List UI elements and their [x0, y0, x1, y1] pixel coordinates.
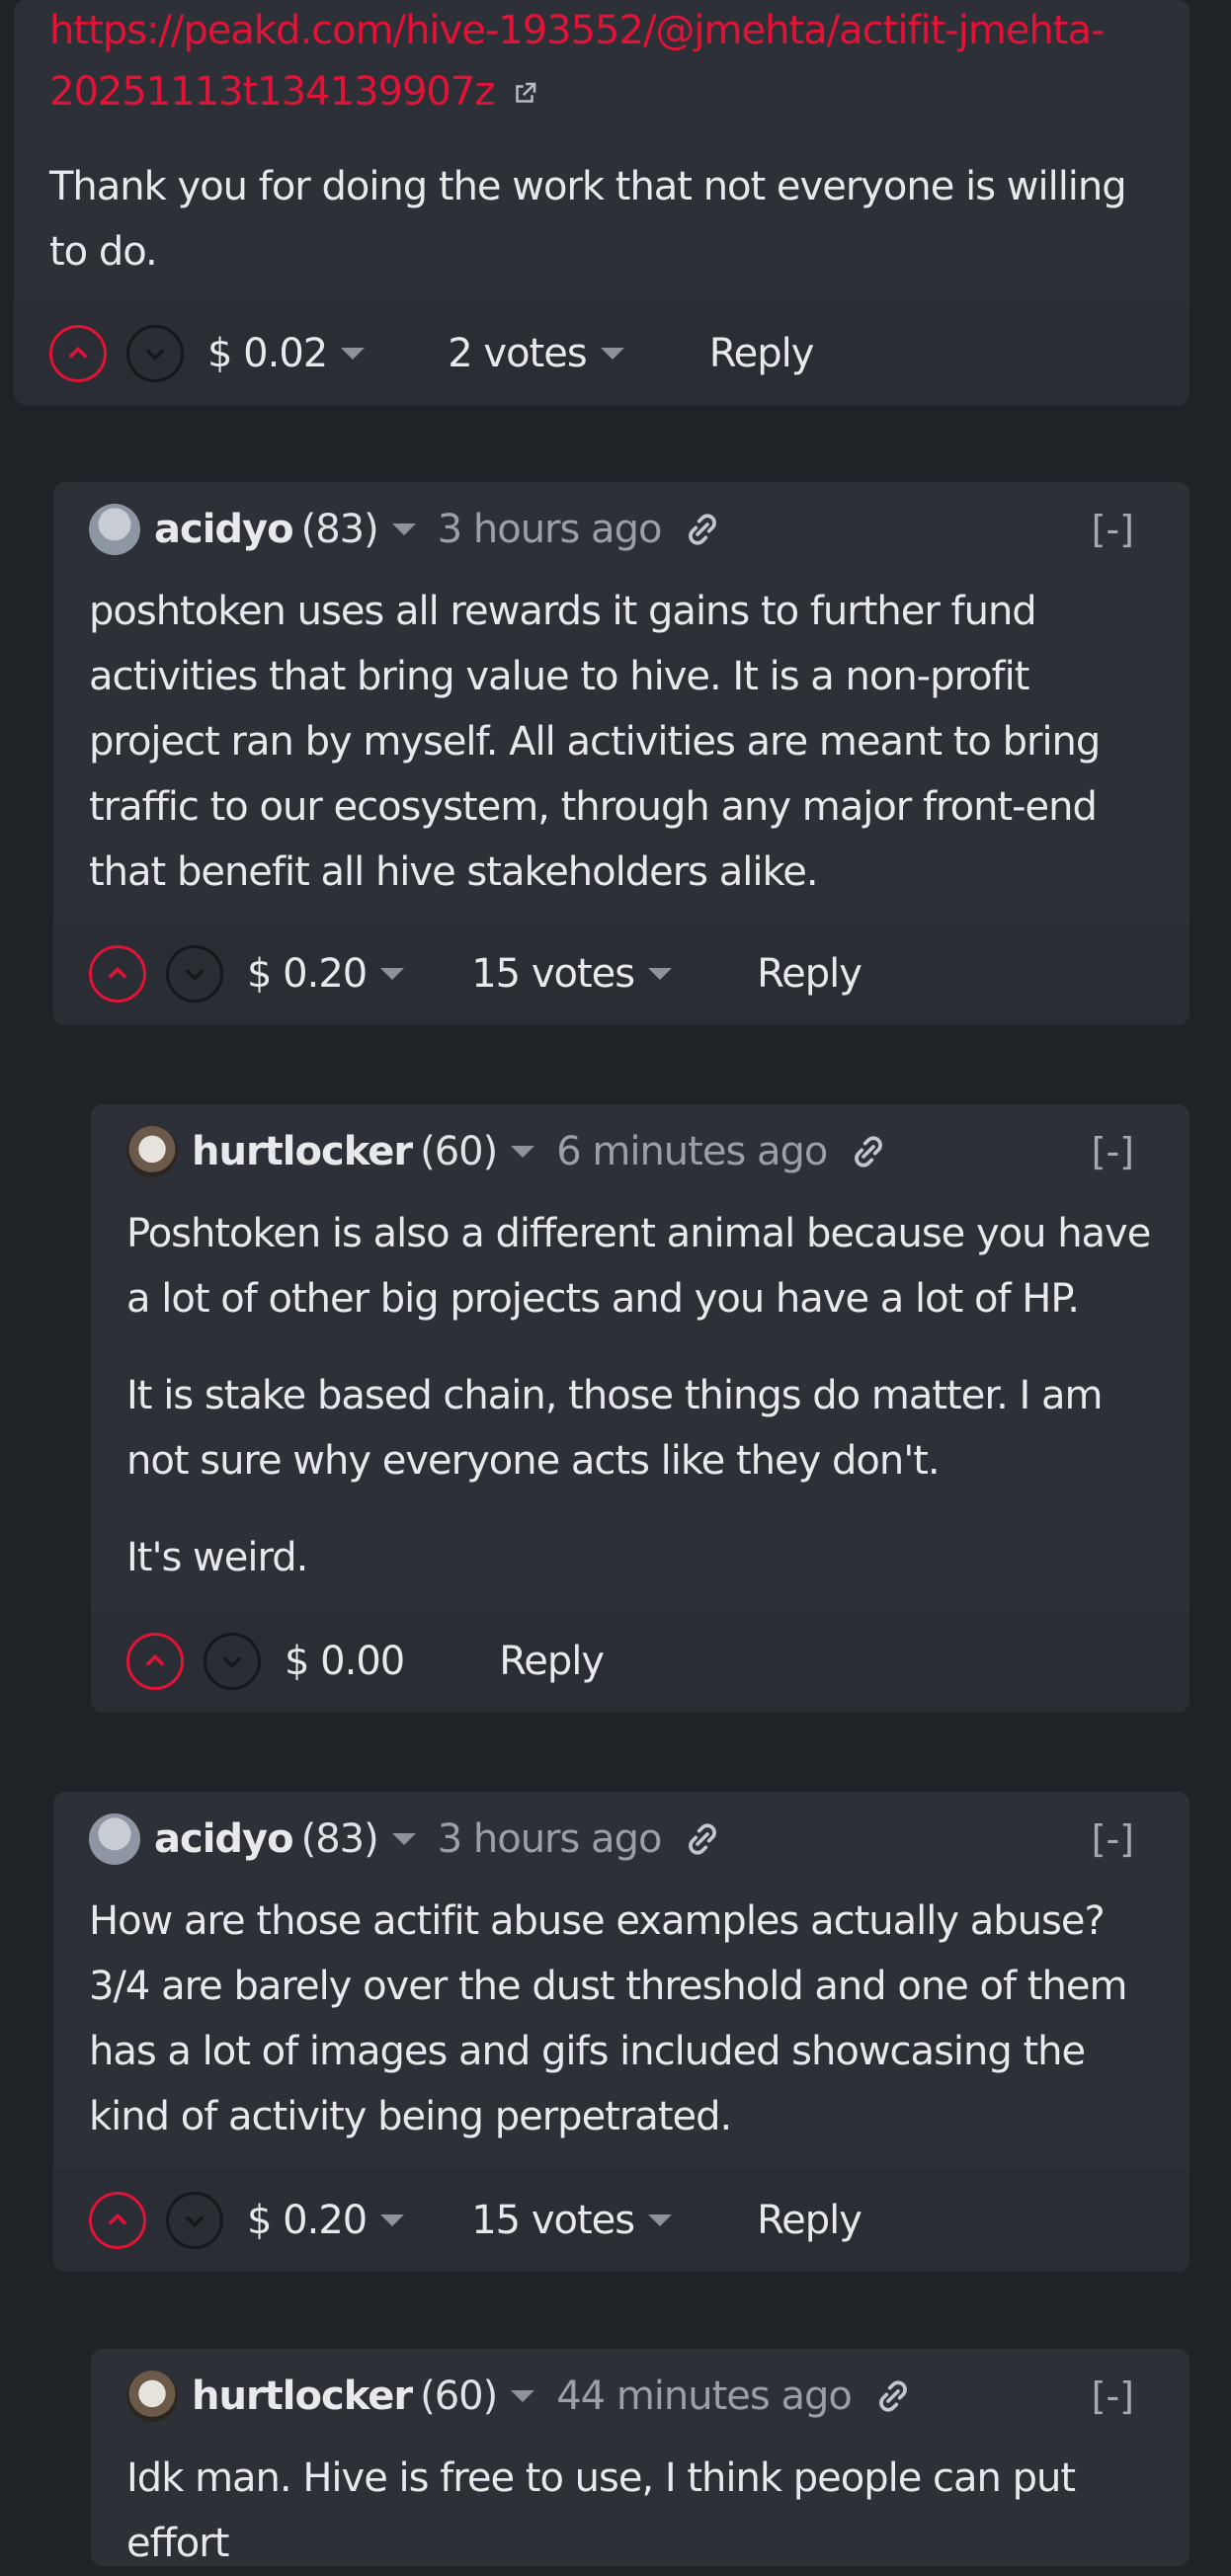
votes-dropdown-icon[interactable]	[648, 968, 673, 980]
collapse-button[interactable]: [-]	[1092, 1817, 1134, 1861]
collapse-button[interactable]: [-]	[1092, 508, 1134, 551]
avatar[interactable]	[126, 1126, 178, 1177]
timestamp[interactable]: 3 hours ago	[438, 507, 663, 552]
payout-value[interactable]: $ 0.00	[285, 1639, 405, 1684]
chevron-down-icon	[185, 969, 205, 982]
downvote-button[interactable]	[126, 325, 184, 382]
comment-card: acidyo (83) 3 hours ago [-] poshtoken us…	[53, 482, 1190, 1025]
comment-text: It's weird.	[126, 1535, 308, 1580]
votes-dropdown-icon[interactable]	[648, 2214, 673, 2226]
avatar[interactable]	[126, 2371, 178, 2422]
reputation: (60)	[420, 2374, 498, 2419]
downvote-button[interactable]	[204, 1633, 261, 1690]
author-dropdown-icon[interactable]	[391, 523, 416, 535]
post-link-line2[interactable]: 20251113t134139907z	[49, 69, 495, 115]
permalink-icon[interactable]	[683, 510, 722, 549]
timestamp[interactable]: 3 hours ago	[438, 1816, 663, 1862]
comment-text: poshtoken uses all rewards it gains to f…	[89, 589, 1101, 895]
chevron-down-icon	[222, 1656, 242, 1669]
author-name[interactable]: acidyo	[154, 1816, 294, 1862]
comment-text: Idk man. Hive is free to use, I think pe…	[126, 2455, 1076, 2566]
chevron-up-icon	[145, 1653, 165, 1666]
collapse-button[interactable]: [-]	[1092, 1130, 1134, 1173]
chevron-up-icon	[108, 966, 127, 979]
comment-header: hurtlocker (60) 6 minutes ago [-]	[91, 1104, 1190, 1199]
comment-card-top: https://peakd.com/hive-193552/@jmehta/ac…	[14, 0, 1190, 405]
payout-dropdown-icon[interactable]	[380, 968, 405, 980]
permalink-icon[interactable]	[873, 2376, 913, 2416]
comment-header: acidyo (83) 3 hours ago [-]	[53, 482, 1190, 577]
reply-button[interactable]: Reply	[709, 331, 815, 376]
comment-text: How are those actifit abuse examples act…	[89, 1898, 1127, 2139]
chevron-up-icon	[68, 346, 88, 359]
payout-dropdown-icon[interactable]	[380, 2214, 405, 2226]
comment-text: It is stake based chain, those things do…	[126, 1373, 1104, 1484]
permalink-icon[interactable]	[849, 1132, 888, 1171]
avatar[interactable]	[89, 504, 140, 555]
external-link-icon[interactable]	[510, 79, 539, 109]
downvote-button[interactable]	[166, 2192, 223, 2249]
votes-count[interactable]: 15 votes	[471, 951, 635, 997]
comment-card: acidyo (83) 3 hours ago [-] How are thos…	[53, 1792, 1190, 2272]
reputation: (83)	[300, 507, 379, 552]
payout-value[interactable]: $ 0.20	[247, 951, 368, 997]
author-dropdown-icon[interactable]	[511, 2390, 535, 2402]
avatar[interactable]	[89, 1813, 140, 1865]
chevron-down-icon	[145, 349, 165, 362]
author-name[interactable]: hurtlocker	[192, 1129, 413, 1174]
reply-button[interactable]: Reply	[757, 951, 862, 997]
author-dropdown-icon[interactable]	[391, 1833, 416, 1845]
comment-actions: $ 0.20 15 votes Reply	[53, 2169, 1190, 2272]
chevron-down-icon	[185, 2215, 205, 2228]
author-dropdown-icon[interactable]	[511, 1146, 535, 1158]
post-link-line1[interactable]: https://peakd.com/hive-193552/@jmehta/ac…	[49, 8, 1105, 53]
payout-value[interactable]: $ 0.02	[207, 331, 328, 376]
permalink-icon[interactable]	[683, 1819, 722, 1859]
comment-card: hurtlocker (60) 6 minutes ago [-] Poshto…	[91, 1104, 1190, 1713]
post-link[interactable]: https://peakd.com/hive-193552/@jmehta/ac…	[49, 0, 1154, 122]
reply-button[interactable]: Reply	[499, 1639, 605, 1684]
collapse-button[interactable]: [-]	[1092, 2375, 1134, 2418]
payout-value[interactable]: $ 0.20	[247, 2198, 368, 2243]
timestamp[interactable]: 6 minutes ago	[556, 1129, 828, 1174]
upvote-button[interactable]	[49, 325, 107, 382]
comment-actions: $ 0.00 Reply	[91, 1610, 1190, 1713]
timestamp[interactable]: 44 minutes ago	[556, 2374, 853, 2419]
comment-text: Poshtoken is also a different animal bec…	[126, 1211, 1151, 1322]
author-name[interactable]: hurtlocker	[192, 2374, 413, 2419]
comment-header: acidyo (83) 3 hours ago [-]	[53, 1792, 1190, 1887]
comment-header: hurtlocker (60) 44 minutes ago [-]	[91, 2349, 1190, 2444]
downvote-button[interactable]	[166, 945, 223, 1003]
upvote-button[interactable]	[89, 945, 146, 1003]
comment-actions: $ 0.20 15 votes Reply	[53, 923, 1190, 1025]
votes-count[interactable]: 15 votes	[471, 2198, 635, 2243]
votes-dropdown-icon[interactable]	[600, 348, 624, 360]
comment-text: Thank you for doing the work that not ev…	[49, 164, 1127, 275]
upvote-button[interactable]	[89, 2192, 146, 2249]
reputation: (60)	[420, 1129, 498, 1174]
comment-card: hurtlocker (60) 44 minutes ago [-] Idk m…	[91, 2349, 1190, 2566]
reputation: (83)	[300, 1816, 379, 1862]
chevron-up-icon	[108, 2213, 127, 2225]
reply-button[interactable]: Reply	[757, 2198, 862, 2243]
upvote-button[interactable]	[126, 1633, 184, 1690]
payout-dropdown-icon[interactable]	[341, 348, 366, 360]
votes-count[interactable]: 2 votes	[448, 331, 587, 376]
comment-actions: $ 0.02 2 votes Reply	[14, 302, 1190, 405]
author-name[interactable]: acidyo	[154, 507, 294, 552]
